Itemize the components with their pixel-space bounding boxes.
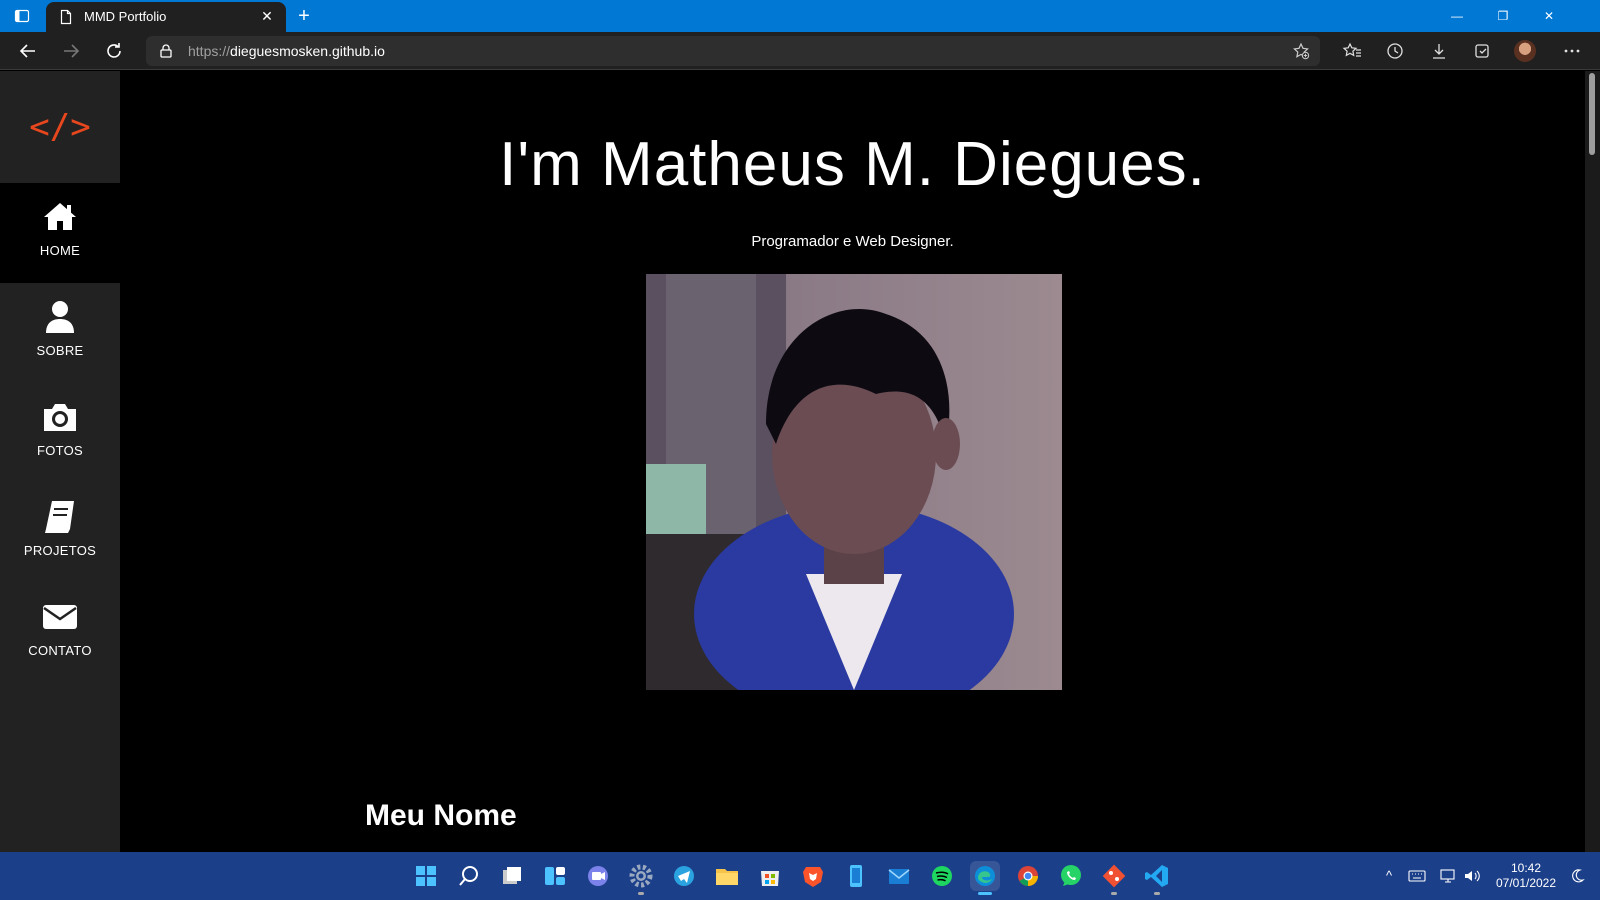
browser-toolbar: https://dieguesmosken.github.io xyxy=(0,32,1600,70)
nav-item-contato[interactable]: CONTATO xyxy=(0,583,120,683)
site-logo[interactable]: </> xyxy=(0,71,120,183)
nav-label: SOBRE xyxy=(36,343,84,358)
more-options-icon[interactable] xyxy=(1562,41,1582,61)
add-favorite-icon[interactable] xyxy=(1292,42,1310,60)
close-window-button[interactable]: ✕ xyxy=(1526,0,1572,32)
lock-icon[interactable] xyxy=(158,43,174,59)
history-icon[interactable] xyxy=(1385,41,1405,61)
mail-icon[interactable] xyxy=(884,861,914,891)
running-indicator xyxy=(1111,892,1117,895)
collections-icon[interactable] xyxy=(1472,41,1492,61)
hero-title: I'm Matheus M. Diegues. xyxy=(499,130,1206,199)
section-title: Meu Nome xyxy=(365,799,517,832)
hero-subtitle: Programador e Web Designer. xyxy=(751,233,954,250)
network-icon[interactable] xyxy=(1439,867,1457,885)
nav-label: CONTATO xyxy=(28,643,92,658)
user-icon xyxy=(46,301,74,333)
task-view-icon[interactable] xyxy=(497,861,527,891)
downloads-icon[interactable] xyxy=(1429,41,1449,61)
minimize-button[interactable]: — xyxy=(1434,0,1480,32)
file-explorer-icon[interactable] xyxy=(712,861,742,891)
search-icon[interactable] xyxy=(454,861,484,891)
browser-tab-strip: MMD Portfolio ✕ + — ❐ ✕ xyxy=(0,0,1600,32)
windows-taskbar: ^ 10:42 07/01/2022 xyxy=(0,852,1600,900)
clock-time: 10:42 xyxy=(1510,861,1542,875)
nav-label: FOTOS xyxy=(36,443,84,458)
vscode-icon[interactable] xyxy=(1142,861,1172,895)
edge-icon[interactable] xyxy=(970,861,1000,895)
whatsapp-icon[interactable] xyxy=(1056,861,1086,891)
spotify-icon[interactable] xyxy=(927,861,957,891)
tab-close-icon[interactable]: ✕ xyxy=(258,7,276,25)
site-sidebar: </> HOME SOBRE FOTOS PROJETOS CONTATO xyxy=(0,71,120,852)
tab-title: MMD Portfolio xyxy=(84,9,167,24)
chat-icon[interactable] xyxy=(583,861,613,891)
chevron-up-icon[interactable]: ^ xyxy=(1380,867,1398,885)
store-icon[interactable] xyxy=(755,861,785,891)
nav-label: HOME xyxy=(39,243,81,258)
volume-icon[interactable] xyxy=(1463,867,1481,885)
forward-icon[interactable] xyxy=(57,37,85,65)
nav-item-fotos[interactable]: FOTOS xyxy=(0,383,120,483)
book-icon xyxy=(45,501,74,533)
phone-app-icon[interactable] xyxy=(841,861,871,891)
tab-actions-icon[interactable] xyxy=(14,8,30,24)
browser-tab[interactable]: MMD Portfolio ✕ xyxy=(46,2,286,32)
home-icon xyxy=(44,203,76,230)
restore-button[interactable]: ❐ xyxy=(1480,0,1526,32)
favorites-icon[interactable] xyxy=(1342,41,1362,61)
page-icon xyxy=(60,9,72,25)
nav-item-projetos[interactable]: PROJETOS xyxy=(0,483,120,583)
system-clock[interactable]: 10:42 07/01/2022 xyxy=(1494,861,1558,891)
scrollbar-thumb[interactable] xyxy=(1589,73,1595,155)
running-indicator xyxy=(638,892,644,895)
telegram-icon[interactable] xyxy=(669,861,699,891)
url-text[interactable]: https://dieguesmosken.github.io xyxy=(188,43,385,59)
nav-item-home[interactable]: HOME xyxy=(0,183,120,283)
running-indicator xyxy=(1154,892,1160,895)
nav-label: PROJETOS xyxy=(23,543,97,558)
nav-item-sobre[interactable]: SOBRE xyxy=(0,283,120,383)
chrome-icon[interactable] xyxy=(1013,861,1043,891)
settings-icon[interactable] xyxy=(626,861,656,895)
notifications-icon[interactable] xyxy=(1568,867,1586,885)
page-scrollbar[interactable] xyxy=(1585,71,1600,852)
address-bar[interactable]: https://dieguesmosken.github.io xyxy=(146,36,1320,66)
git-icon[interactable] xyxy=(1099,861,1129,895)
widgets-icon[interactable] xyxy=(540,861,570,891)
refresh-icon[interactable] xyxy=(100,37,128,65)
brave-icon[interactable] xyxy=(798,861,828,891)
envelope-icon xyxy=(43,605,77,629)
active-indicator xyxy=(978,892,992,895)
profile-avatar[interactable] xyxy=(1514,40,1536,62)
main-content: I'm Matheus M. Diegues. Programador e We… xyxy=(120,71,1585,852)
keyboard-icon[interactable] xyxy=(1408,867,1426,885)
profile-photo xyxy=(646,274,1062,690)
clock-date: 07/01/2022 xyxy=(1495,876,1557,890)
new-tab-button[interactable]: + xyxy=(293,5,315,27)
start-icon[interactable] xyxy=(411,861,441,891)
camera-icon xyxy=(44,404,76,431)
back-icon[interactable] xyxy=(14,37,42,65)
